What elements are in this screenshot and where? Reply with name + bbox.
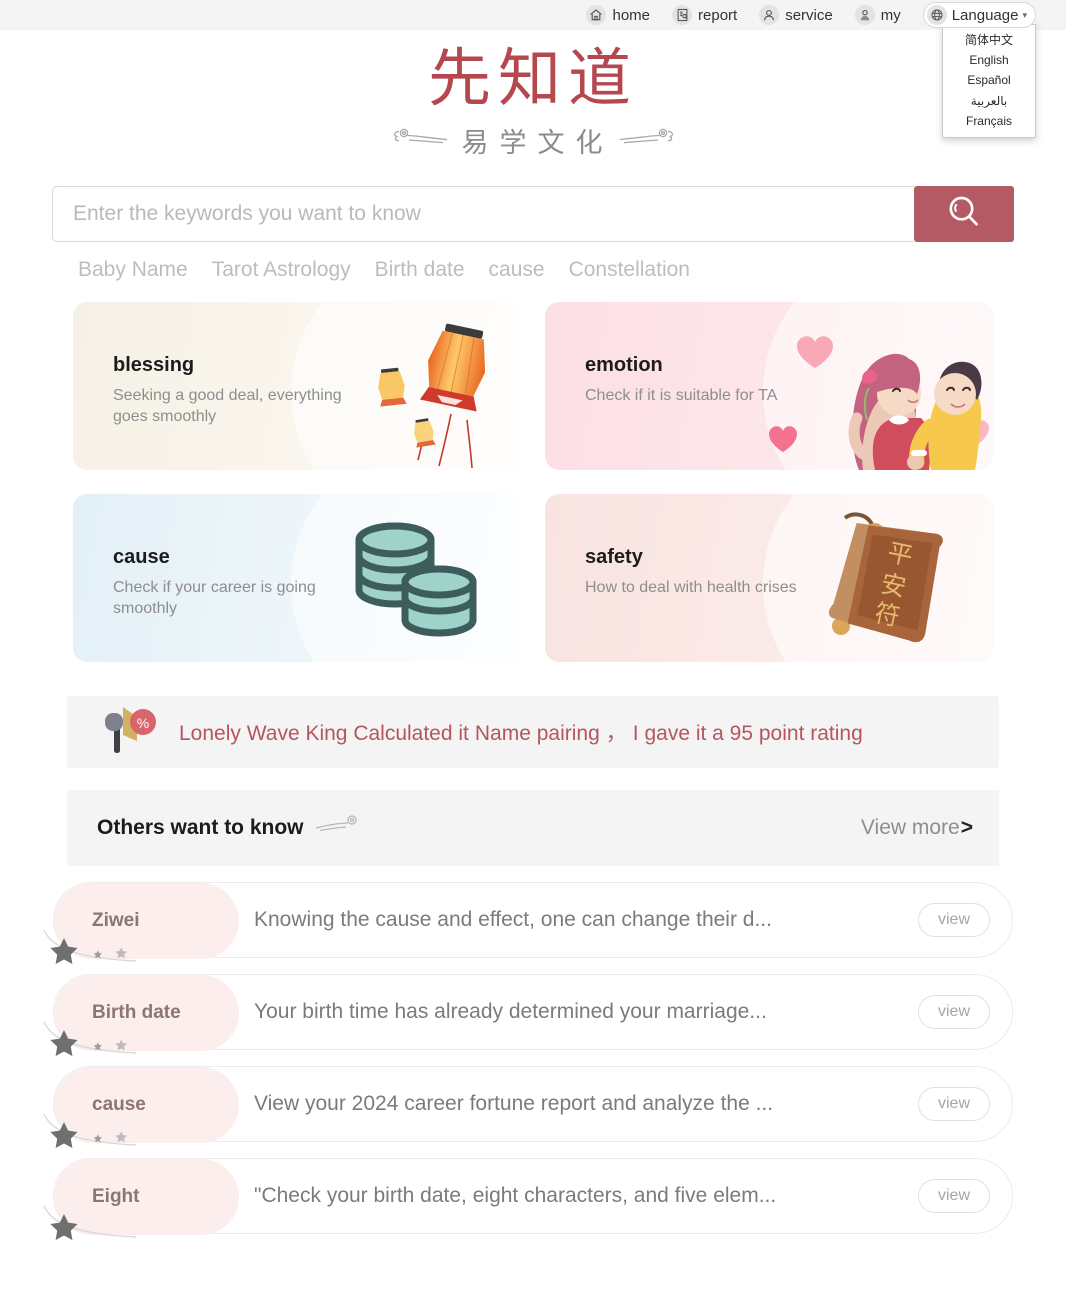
nav-item-report[interactable]: report	[672, 5, 737, 25]
language-option-en[interactable]: English	[943, 50, 1035, 70]
card-text-blessing: blessing Seeking a good deal, everything…	[73, 302, 373, 428]
user-icon	[854, 5, 875, 25]
feature-card-safety[interactable]: safety How to deal with health crises 平 …	[545, 493, 993, 662]
cloud-flourish-right-icon	[618, 125, 676, 156]
language-button-label: Language	[951, 6, 1019, 24]
tag-birth-date[interactable]: Birth date	[375, 258, 465, 282]
search-bar	[52, 185, 1014, 242]
nav-label-service: service	[785, 6, 833, 24]
card-desc-cause: Check if your career is going smoothly	[113, 578, 316, 618]
site-logo: 先知道 易学文化	[0, 30, 1066, 160]
star-decoration-icon	[42, 1112, 138, 1157]
search-input[interactable]	[71, 200, 896, 227]
tag-cause[interactable]: cause	[489, 258, 545, 282]
view-button[interactable]: view	[918, 1086, 990, 1121]
top-navigation-bar: home report service my Language ▾ 简体中文 E…	[0, 0, 1066, 138]
nav-item-service[interactable]: service	[759, 5, 833, 25]
star-decoration-icon	[42, 1020, 138, 1065]
page-root: home report service my Language ▾ 简体中文 E…	[0, 0, 1066, 1293]
row-description: Knowing the cause and effect, one can ch…	[254, 907, 772, 931]
table-row[interactable]: Birth date Your birth time has already d…	[43, 973, 1013, 1056]
language-switcher: Language ▾ 简体中文 English Español بالعربية…	[922, 2, 1036, 138]
search-icon	[944, 192, 984, 235]
search-suggestion-tags: Baby Name Tarot Astrology Birth date cau…	[52, 258, 1014, 282]
table-row[interactable]: Eight "Check your birth date, eight char…	[43, 1157, 1013, 1240]
nav-item-home[interactable]: home	[586, 5, 650, 25]
language-option-ar[interactable]: بالعربية	[943, 91, 1035, 111]
card-title-cause: cause	[113, 545, 170, 568]
service-icon	[759, 5, 780, 25]
announcement-segment-1: Lonely Wave King Calculated it	[179, 721, 469, 745]
card-desc-blessing: Seeking a good deal, everything goes smo…	[113, 386, 342, 426]
view-button[interactable]: view	[918, 994, 990, 1029]
card-text-emotion: emotion Check if it is suitable for TA	[545, 302, 845, 407]
language-option-fr[interactable]: Français	[943, 111, 1035, 131]
view-more-label: View more	[860, 815, 960, 839]
others-want-to-know-header: Others want to know View more >	[67, 789, 999, 866]
feature-card-cause[interactable]: cause Check if your career is going smoo…	[73, 493, 521, 662]
megaphone-percent-icon: %	[97, 701, 161, 762]
table-row[interactable]: Ziwei Knowing the cause and effect, one …	[43, 881, 1013, 964]
svg-text:%: %	[137, 715, 149, 731]
cloud-flourish-left-icon	[391, 125, 449, 156]
home-icon	[586, 5, 607, 25]
announcement-segment-4: I gave it a 95 point rating	[632, 721, 863, 745]
card-title-emotion: emotion	[585, 353, 663, 376]
card-desc-safety: How to deal with health crises	[585, 578, 797, 596]
logo-main-text: 先知道	[428, 44, 638, 114]
search-submit-button[interactable]	[914, 185, 1014, 242]
nav-label-my: my	[880, 6, 901, 24]
logo-sub-text: 易学文化	[461, 127, 614, 158]
announcement-segment-2: Name pairing	[474, 721, 600, 745]
section-title: Others want to know	[97, 815, 304, 839]
cloud-swirl-icon	[314, 812, 366, 843]
nav-label-home: home	[612, 6, 651, 24]
tag-tarot-astrology[interactable]: Tarot Astrology	[212, 258, 351, 282]
tag-constellation[interactable]: Constellation	[569, 258, 690, 282]
row-description: Your birth time has already determined y…	[254, 999, 767, 1023]
table-row[interactable]: cause View your 2024 career fortune repo…	[43, 1065, 1013, 1148]
nav-label-report: report	[698, 6, 738, 24]
view-button[interactable]: view	[918, 902, 990, 937]
card-title-safety: safety	[585, 545, 643, 568]
report-icon	[672, 5, 693, 25]
feature-card-blessing[interactable]: blessing Seeking a good deal, everything…	[73, 301, 521, 470]
feature-card-emotion[interactable]: emotion Check if it is suitable for TA	[545, 301, 993, 470]
globe-icon	[926, 5, 947, 25]
star-decoration-icon	[42, 1204, 138, 1249]
announcement-segment-3: ，	[605, 721, 627, 745]
card-text-cause: cause Check if your career is going smoo…	[73, 494, 373, 620]
chevron-down-icon: ▾	[1022, 9, 1027, 20]
nav-item-my[interactable]: my	[854, 5, 901, 25]
card-text-safety: safety How to deal with health crises	[545, 494, 845, 599]
chevron-right-icon: >	[960, 815, 973, 839]
search-input-container	[52, 185, 914, 242]
card-title-blessing: blessing	[113, 353, 195, 376]
language-dropdown-menu: 简体中文 English Español بالعربية Français	[942, 24, 1036, 138]
feature-card-grid: blessing Seeking a good deal, everything…	[73, 301, 993, 662]
others-header-left: Others want to know	[97, 812, 366, 843]
star-decoration-icon	[42, 928, 138, 973]
tag-baby-name[interactable]: Baby Name	[78, 258, 188, 282]
announcement-text: Lonely Wave King Calculated it Name pair…	[179, 717, 869, 747]
language-button[interactable]: Language ▾	[922, 2, 1036, 28]
row-description: "Check your birth date, eight characters…	[254, 1183, 777, 1207]
row-description: View your 2024 career fortune report and…	[254, 1091, 774, 1115]
view-button[interactable]: view	[918, 1178, 990, 1213]
view-more-link[interactable]: View more >	[861, 816, 973, 840]
logo-subtitle-row: 易学文化	[0, 121, 1066, 160]
card-desc-emotion: Check if it is suitable for TA	[585, 386, 778, 404]
language-option-es[interactable]: Español	[943, 70, 1035, 90]
language-option-zh[interactable]: 简体中文	[943, 30, 1035, 50]
question-list: Ziwei Knowing the cause and effect, one …	[43, 881, 1013, 1240]
announcement-banner[interactable]: % Lonely Wave King Calculated it Name pa…	[67, 695, 999, 768]
